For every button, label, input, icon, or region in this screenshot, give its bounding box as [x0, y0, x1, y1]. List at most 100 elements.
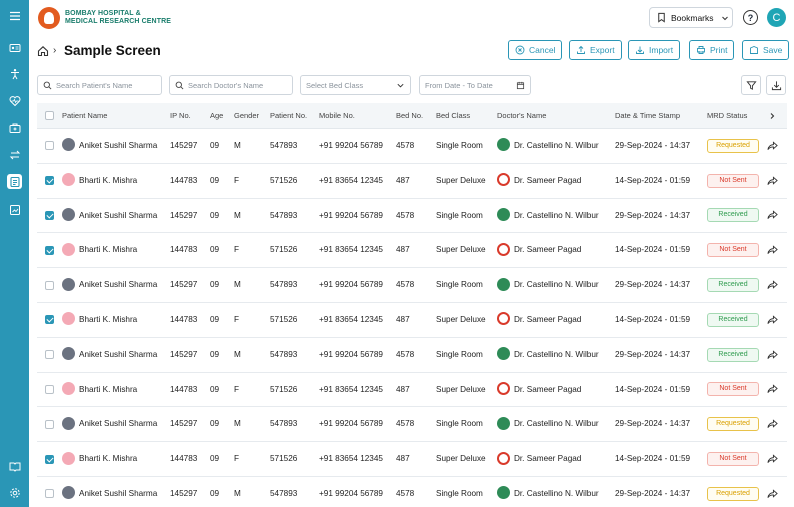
print-button[interactable]: Print [689, 40, 735, 60]
share-forward-icon[interactable] [767, 280, 778, 290]
filter-button[interactable] [741, 75, 761, 95]
table-row[interactable]: Aniket Sushil Sharma 145297 09 M 547893 +91 9… [37, 477, 787, 507]
table-row[interactable]: Bharti K. Mishra 144783 09 F 571526 +91 83654… [37, 164, 787, 199]
share-forward-icon[interactable] [767, 384, 778, 394]
share-forward-icon[interactable] [767, 141, 778, 151]
date-range-picker[interactable]: From Date - To Date [419, 75, 531, 95]
bookmarks-button[interactable]: Bookmarks [649, 7, 733, 28]
patient-name-cell[interactable]: Bharti K. Mishra [62, 164, 137, 199]
table-row[interactable]: Aniket Sushil Sharma 145297 09 M 547893 +91 9… [37, 338, 787, 373]
doctor-name-cell[interactable]: Dr. Castellino N. Wilbur [497, 477, 599, 507]
settings-gear-icon[interactable] [7, 485, 22, 500]
save-button[interactable]: Save [742, 40, 790, 60]
heart-pulse-icon[interactable] [7, 93, 22, 108]
col-ip-no[interactable]: IP No. [170, 103, 191, 129]
patient-name-cell[interactable]: Bharti K. Mishra [62, 442, 137, 477]
hospital-logo[interactable]: BOMBAY HOSPITAL & MEDICAL RESEARCH CENTR… [38, 7, 171, 29]
row-checkbox[interactable] [45, 176, 54, 186]
patient-name-cell[interactable]: Bharti K. Mishra [62, 233, 137, 268]
row-checkbox[interactable] [45, 350, 54, 360]
doctor-name-cell[interactable]: Dr. Castellino N. Wilbur [497, 268, 599, 303]
patient-name-cell[interactable]: Bharti K. Mishra [62, 373, 137, 408]
share-forward-icon[interactable] [767, 489, 778, 499]
menu-icon[interactable] [7, 8, 22, 23]
briefcase-medical-icon[interactable] [7, 120, 22, 135]
accessibility-icon[interactable] [7, 66, 22, 81]
row-checkbox[interactable] [45, 489, 54, 499]
import-button[interactable]: Import [628, 40, 681, 60]
patient-name-cell[interactable]: Aniket Sushil Sharma [62, 268, 157, 303]
patient-name-cell[interactable]: Aniket Sushil Sharma [62, 477, 157, 507]
chevron-right-icon[interactable] [768, 112, 776, 120]
doctor-search-input[interactable]: Search Doctor's Name [169, 75, 293, 95]
id-card-icon[interactable] [7, 40, 22, 55]
doctor-name-cell[interactable]: Dr. Castellino N. Wilbur [497, 407, 599, 442]
table-row[interactable]: Bharti K. Mishra 144783 09 F 571526 +91 83654… [37, 233, 787, 269]
export-button[interactable]: Export [569, 40, 622, 60]
chevron-down-icon [397, 83, 404, 87]
row-checkbox[interactable] [45, 280, 54, 290]
bed-class-select[interactable]: Select Bed Class [300, 75, 411, 95]
patient-name-cell[interactable]: Bharti K. Mishra [62, 303, 137, 338]
book-open-icon[interactable] [7, 458, 22, 473]
row-checkbox[interactable] [45, 384, 54, 394]
user-avatar[interactable]: C [767, 8, 786, 27]
records-icon[interactable] [7, 174, 22, 189]
patient-name-cell[interactable]: Aniket Sushil Sharma [62, 199, 157, 234]
doctor-name-cell[interactable]: Dr. Sameer Pagad [497, 442, 581, 477]
col-bed-class[interactable]: Bed Class [436, 103, 470, 129]
row-checkbox[interactable] [45, 419, 54, 429]
col-gender[interactable]: Gender [234, 103, 259, 129]
row-checkbox[interactable] [45, 210, 54, 220]
col-bed-no[interactable]: Bed No. [396, 103, 423, 129]
download-button[interactable] [766, 75, 786, 95]
home-icon[interactable] [37, 45, 49, 57]
select-all-checkbox[interactable] [45, 111, 54, 120]
table-row[interactable]: Aniket Sushil Sharma 145297 09 M 547893 +91 9… [37, 199, 787, 234]
col-mobile-no[interactable]: Mobile No. [319, 103, 355, 129]
doctor-name: Dr. Castellino N. Wilbur [514, 280, 599, 290]
share-forward-icon[interactable] [767, 419, 778, 429]
table-row[interactable]: Aniket Sushil Sharma 145297 09 M 547893 +91 9… [37, 407, 787, 443]
col-patient-name[interactable]: Patient Name [62, 103, 107, 129]
share-forward-icon[interactable] [767, 245, 778, 255]
doctor-avatar [497, 381, 510, 395]
date-time-cell: 29-Sep-2024 - 14:37 [615, 141, 691, 150]
col-age[interactable]: Age [210, 103, 223, 129]
table-row[interactable]: Aniket Sushil Sharma 145297 09 M 547893 +91 9… [37, 268, 787, 303]
table-row[interactable]: Bharti K. Mishra 144783 09 F 571526 +91 83654… [37, 303, 787, 338]
doctor-name-cell[interactable]: Dr. Castellino N. Wilbur [497, 338, 599, 373]
patient-search-input[interactable]: Search Patient's Name [37, 75, 162, 95]
doctor-name-cell[interactable]: Dr. Castellino N. Wilbur [497, 129, 599, 164]
doctor-name-cell[interactable]: Dr. Sameer Pagad [497, 303, 581, 338]
col-mrd-status[interactable]: MRD Status [707, 103, 747, 129]
row-checkbox[interactable] [45, 141, 54, 151]
ip-cell: 145297 [170, 280, 198, 290]
cancel-button[interactable]: Cancel [508, 40, 563, 60]
share-forward-icon[interactable] [767, 210, 778, 220]
share-forward-icon[interactable] [767, 349, 778, 360]
ip-cell: 145297 [170, 419, 198, 429]
share-forward-icon[interactable] [767, 454, 778, 464]
row-checkbox[interactable] [45, 315, 54, 325]
col-patient-no[interactable]: Patient No. [270, 103, 307, 129]
doctor-name-cell[interactable]: Dr. Castellino N. Wilbur [497, 199, 599, 234]
col-doctor-name[interactable]: Doctor's Name [497, 103, 546, 129]
table-row[interactable]: Bharti K. Mishra 144783 09 F 571526 +91 83654… [37, 442, 787, 477]
row-checkbox[interactable] [45, 454, 54, 464]
doctor-name-cell[interactable]: Dr. Sameer Pagad [497, 373, 581, 408]
transfer-icon[interactable] [7, 147, 22, 162]
patient-name-cell[interactable]: Aniket Sushil Sharma [62, 129, 157, 164]
share-forward-icon[interactable] [767, 176, 778, 186]
row-checkbox[interactable] [45, 245, 54, 255]
doctor-name-cell[interactable]: Dr. Sameer Pagad [497, 164, 581, 199]
report-chart-icon[interactable] [7, 202, 22, 217]
patient-name-cell[interactable]: Aniket Sushil Sharma [62, 407, 157, 442]
col-date-time[interactable]: Date & Time Stamp [615, 103, 680, 129]
table-row[interactable]: Bharti K. Mishra 144783 09 F 571526 +91 83654… [37, 373, 787, 408]
share-forward-icon[interactable] [767, 315, 778, 325]
table-row[interactable]: Aniket Sushil Sharma 145297 09 M 547893 +91 9… [37, 129, 787, 164]
doctor-name-cell[interactable]: Dr. Sameer Pagad [497, 233, 581, 268]
help-icon[interactable]: ? [743, 10, 758, 25]
patient-name-cell[interactable]: Aniket Sushil Sharma [62, 338, 157, 373]
